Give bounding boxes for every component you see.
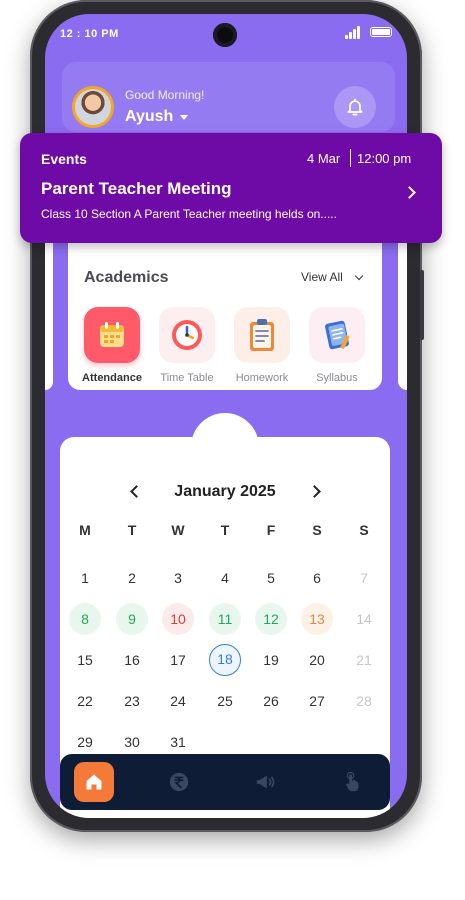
event-description: Class 10 Section A Parent Teacher meetin… bbox=[41, 207, 337, 221]
megaphone-icon bbox=[256, 775, 275, 789]
calendar-day[interactable]: 27 bbox=[301, 685, 333, 717]
rupee-icon bbox=[169, 772, 189, 792]
home-icon bbox=[86, 774, 102, 790]
status-time: 12 : 10 PM bbox=[60, 28, 119, 40]
academics-label: Syllabus bbox=[316, 372, 358, 384]
calendar-day[interactable]: 4 bbox=[209, 562, 241, 594]
calendar-day[interactable]: 22 bbox=[69, 685, 101, 717]
events-banner[interactable]: Events 4 Mar 12:00 pm Parent Teacher Mee… bbox=[20, 133, 442, 243]
event-date-divider bbox=[350, 149, 351, 167]
weekday-label: S bbox=[312, 522, 322, 538]
calendar-day[interactable]: 24 bbox=[162, 685, 194, 717]
nav-touch[interactable] bbox=[332, 762, 372, 802]
academics-item-timetable[interactable]: Time Table bbox=[152, 307, 222, 384]
calendar-day-present[interactable]: 8 bbox=[69, 603, 101, 635]
user-name[interactable]: Ayush bbox=[125, 108, 173, 126]
academics-label: Homework bbox=[235, 372, 289, 384]
calendar-month-label: January 2025 bbox=[174, 483, 276, 500]
calendar-day[interactable]: 17 bbox=[162, 644, 194, 676]
academics-label: Attendance bbox=[82, 372, 142, 384]
carousel-card-next bbox=[398, 239, 407, 390]
calendar-day[interactable]: 26 bbox=[255, 685, 287, 717]
nav-fees[interactable] bbox=[159, 762, 199, 802]
chevron-down-icon[interactable] bbox=[180, 115, 188, 120]
event-date: 4 Mar bbox=[307, 151, 341, 166]
bottom-nav bbox=[60, 754, 390, 810]
calendar-day[interactable]: 23 bbox=[116, 685, 148, 717]
academics-item-homework[interactable]: Homework bbox=[227, 307, 297, 384]
carousel-card-prev bbox=[45, 239, 53, 390]
events-label: Events bbox=[41, 151, 87, 167]
calendar-day[interactable]: 21 bbox=[348, 644, 380, 676]
calendar-day[interactable]: 20 bbox=[301, 644, 333, 676]
calendar-day-absent[interactable]: 10 bbox=[162, 603, 194, 635]
calendar-day[interactable]: 2 bbox=[116, 562, 148, 594]
calendar-day-late[interactable]: 13 bbox=[301, 603, 333, 635]
clipboard-icon bbox=[234, 307, 290, 363]
front-camera bbox=[213, 23, 237, 47]
nav-announcements[interactable] bbox=[245, 762, 285, 802]
hand-tap-icon bbox=[346, 771, 359, 792]
calendar-day-present[interactable]: 11 bbox=[209, 603, 241, 635]
avatar[interactable] bbox=[72, 86, 114, 128]
calendar-day[interactable]: 3 bbox=[162, 562, 194, 594]
calendar-day[interactable]: 5 bbox=[255, 562, 287, 594]
calendar-day-today[interactable]: 18 bbox=[209, 644, 241, 676]
academics-label: Time Table bbox=[160, 372, 214, 384]
chevron-right-icon[interactable] bbox=[403, 186, 416, 199]
battery-icon bbox=[370, 27, 392, 37]
calendar-day[interactable]: 15 bbox=[69, 644, 101, 676]
chevron-down-icon[interactable] bbox=[354, 271, 364, 281]
calendar-day[interactable]: 16 bbox=[116, 644, 148, 676]
notification-button[interactable] bbox=[334, 86, 376, 128]
academics-item-attendance[interactable]: Attendance bbox=[77, 307, 147, 384]
calendar-day-present[interactable]: 12 bbox=[255, 603, 287, 635]
nav-home[interactable] bbox=[74, 762, 114, 802]
calendar-day[interactable]: 19 bbox=[255, 644, 287, 676]
calendar-day[interactable]: 25 bbox=[209, 685, 241, 717]
calendar-day-present[interactable]: 9 bbox=[116, 603, 148, 635]
academics-card: Academics View All Attendance Time Table… bbox=[68, 239, 382, 390]
calendar-day[interactable]: 28 bbox=[348, 685, 380, 717]
weekday-label: T bbox=[127, 522, 137, 538]
calendar-day[interactable]: 7 bbox=[348, 562, 380, 594]
academics-item-syllabus[interactable]: Syllabus bbox=[302, 307, 372, 384]
weekday-label: F bbox=[266, 522, 276, 538]
calendar-icon bbox=[84, 307, 140, 363]
weekday-label: S bbox=[359, 522, 369, 538]
academics-title: Academics bbox=[84, 269, 169, 286]
weekday-label: M bbox=[79, 522, 91, 538]
power-button bbox=[420, 270, 424, 340]
event-title: Parent Teacher Meeting bbox=[41, 179, 232, 198]
greeting-text: Good Morning! bbox=[125, 88, 205, 102]
notebook-icon bbox=[309, 307, 365, 363]
status-bar: 12 : 10 PM bbox=[45, 14, 407, 54]
weekday-label: W bbox=[171, 522, 185, 538]
signal-icon bbox=[345, 26, 361, 39]
calendar-day[interactable]: 6 bbox=[301, 562, 333, 594]
clock-icon bbox=[159, 307, 215, 363]
view-all-link[interactable]: View All bbox=[301, 270, 343, 284]
calendar-day[interactable]: 1 bbox=[69, 562, 101, 594]
event-time: 12:00 pm bbox=[357, 151, 412, 166]
weekday-label: T bbox=[220, 522, 230, 538]
bell-icon bbox=[347, 98, 363, 116]
calendar-day[interactable]: 14 bbox=[348, 603, 380, 635]
